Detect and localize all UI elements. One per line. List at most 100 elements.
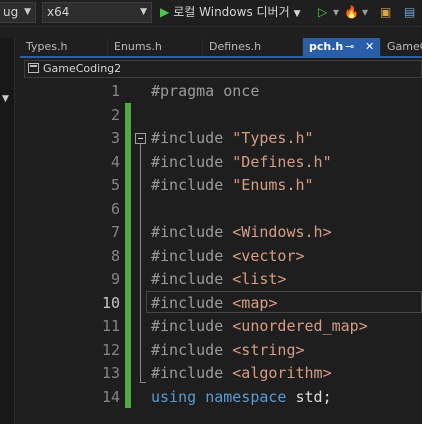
code-editor[interactable]: 1 #pragma once 2 3 #include "Types.h" 4 #inclu… [20,80,422,424]
configuration-value: ug [3,5,19,19]
navigation-bar: GameCoding2 [20,58,422,81]
hot-reload-icon[interactable]: 🔥 [344,2,359,23]
line-code: #include "Defines.h" [151,151,332,175]
line-code: #include <map> [151,292,277,316]
code-line[interactable]: 12 #include <string> [20,339,422,363]
code-line[interactable]: 5 #include "Enums.h" [20,174,422,198]
play-icon: ▶ [160,5,170,19]
code-line[interactable]: 9 #include <list> [20,268,422,292]
project-dropdown[interactable]: GameCoding2 [24,60,422,78]
line-code: #include <algorithm> [151,362,332,386]
left-pane: ▼ [0,38,15,424]
folder-icon[interactable]: ▣ [380,2,391,23]
code-line[interactable]: 13 #include <algorithm> [20,362,422,386]
code-line[interactable]: 3 #include "Types.h" [20,127,422,151]
line-code: #include <unordered_map> [151,315,368,339]
line-number: 4 [110,152,120,171]
line-number: 13 [101,364,120,382]
close-icon[interactable]: ✕ [365,38,374,56]
include-path: "Types.h" [232,129,314,147]
code-line[interactable]: 10 #include <map> [20,292,422,316]
start-without-debugging-icon[interactable]: ▷ [318,2,327,23]
tab-defines-h[interactable]: Defines.h [203,38,303,56]
line-code: #include <string> [151,339,305,363]
line-code: #pragma once [151,80,259,104]
include-path: <string> [232,340,305,359]
namespace-name: std; [295,387,332,406]
line-number: 12 [101,340,120,359]
project-icon [28,63,39,73]
tab-label: pch.h [309,40,344,53]
preprocessor-directive: #include [151,129,233,147]
tab-enums-h[interactable]: Enums.h [108,38,203,56]
line-number: 11 [101,317,120,335]
start-debugging-button[interactable]: ▶ 로컬 Windows 디버거 ▼ [160,2,301,23]
code-line[interactable]: 4 #include "Defines.h" [20,151,422,175]
include-path: <algorithm> [232,364,332,382]
code-line[interactable]: 6 [20,198,422,222]
keyword-using: using [151,387,197,406]
keyword-namespace: namespace [205,387,287,406]
code-line[interactable]: 7 #include <Windows.h> [20,221,422,245]
line-number: 10 [101,293,120,312]
preprocessor-directive: #include [151,223,233,241]
preprocessor-directive: #include [151,152,233,171]
line-number: 2 [110,105,120,124]
line-code: #include <Windows.h> [151,221,332,245]
code-line[interactable]: 8 #include <vector> [20,245,422,269]
preprocessor-directive: #include [151,293,233,312]
chevron-down-icon: ▼ [24,7,31,17]
code-line[interactable]: 14 using namespace std; [20,386,422,410]
tab-types-h[interactable]: Types.h [20,38,108,56]
line-code: #include <vector> [151,245,305,269]
chevron-down-icon: ▼ [140,7,147,17]
line-code: using namespace std; [151,386,332,410]
include-path: <vector> [232,246,305,265]
chevron-down-icon: ▼ [293,9,301,19]
tab-gamecoding[interactable]: GameCo [381,38,422,56]
configuration-dropdown[interactable]: ug ▼ [0,2,36,23]
toolbar: ug ▼ x64 ▼ ▶ 로컬 Windows 디버거 ▼ ▷ ▾ 🔥 ▾ ▣ ▤ [0,0,422,27]
tab-label: Types.h [26,40,68,53]
line-code: #include "Enums.h" [151,174,314,198]
line-number: 8 [110,246,120,265]
pin-icon[interactable]: ⊸ [345,38,354,56]
line-number: 14 [101,387,120,406]
preprocessor-directive: #include [151,246,233,265]
include-path: <map> [232,293,278,312]
line-number: 9 [110,270,120,288]
line-code: #include <list> [151,268,286,292]
preprocessor-directive: #pragma once [151,82,260,100]
run-label: 로컬 Windows 디버거 [173,5,290,19]
window-icon[interactable]: ▤ [404,2,415,23]
code-line[interactable]: 11 #include <unordered_map> [20,315,422,339]
line-number: 7 [110,223,120,241]
line-code: #include "Types.h" [151,127,314,151]
tab-label: Defines.h [209,40,262,53]
preprocessor-directive: #include [151,270,233,288]
preprocessor-directive: #include [151,317,233,335]
code-line[interactable]: 2 [20,104,422,128]
preprocessor-directive: #include [151,340,233,359]
include-path: "Defines.h" [232,152,332,171]
tab-label: GameCo [387,40,422,53]
line-number: 5 [110,176,120,194]
code-line[interactable]: 1 #pragma once [20,80,422,104]
preprocessor-directive: #include [151,364,233,382]
platform-value: x64 [47,5,70,19]
include-path: "Enums.h" [232,176,314,194]
preprocessor-directive: #include [151,176,233,194]
include-path: <list> [232,270,287,288]
more-options-chevron-icon[interactable]: ▾ [333,2,339,23]
line-number: 3 [110,129,120,147]
include-path: <unordered_map> [232,317,368,335]
tab-pch-h[interactable]: pch.h ⊸ ✕ [303,38,381,56]
line-number: 1 [110,82,120,100]
project-name: GameCoding2 [43,62,122,75]
line-number: 6 [110,199,120,218]
hot-reload-chevron-icon[interactable]: ▾ [362,2,368,23]
tab-label: Enums.h [114,40,162,53]
include-path: <Windows.h> [232,223,332,241]
platform-dropdown[interactable]: x64 ▼ [42,2,152,23]
chevron-down-icon[interactable]: ▼ [2,94,9,104]
